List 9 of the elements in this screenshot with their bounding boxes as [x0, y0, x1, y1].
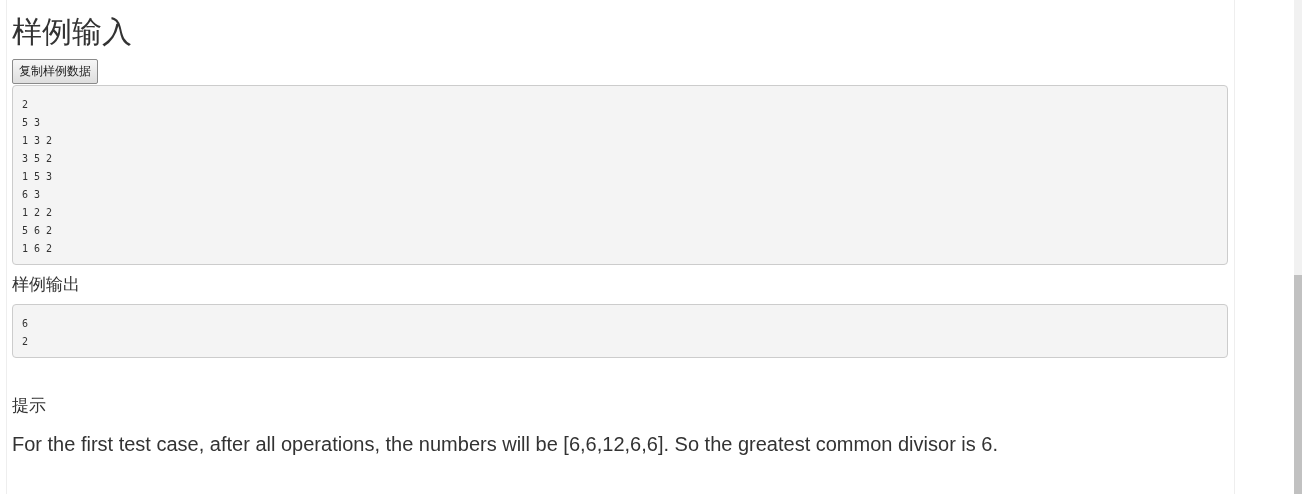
sample-input-block: 2 5 3 1 3 2 3 5 2 1 5 3 6 3 1 2 2 5 6 2 1 6 2 — [12, 85, 1228, 265]
copy-sample-button[interactable]: 复制样例数据 — [12, 59, 98, 84]
hint-heading: 提示 — [12, 396, 47, 416]
hint-text: For the first test case, after all operations, the numbers will be [6,6,12,6,6]. So the greatest common divisor is 6. — [12, 432, 1000, 457]
section-heading: 样例输出 — [12, 275, 81, 295]
sample-output-block: 6 2 — [12, 304, 1228, 358]
section-heading: 样例输入 — [12, 14, 133, 50]
scrollbar-track[interactable] — [1294, 0, 1302, 494]
scrollbar-thumb[interactable] — [1294, 275, 1302, 494]
